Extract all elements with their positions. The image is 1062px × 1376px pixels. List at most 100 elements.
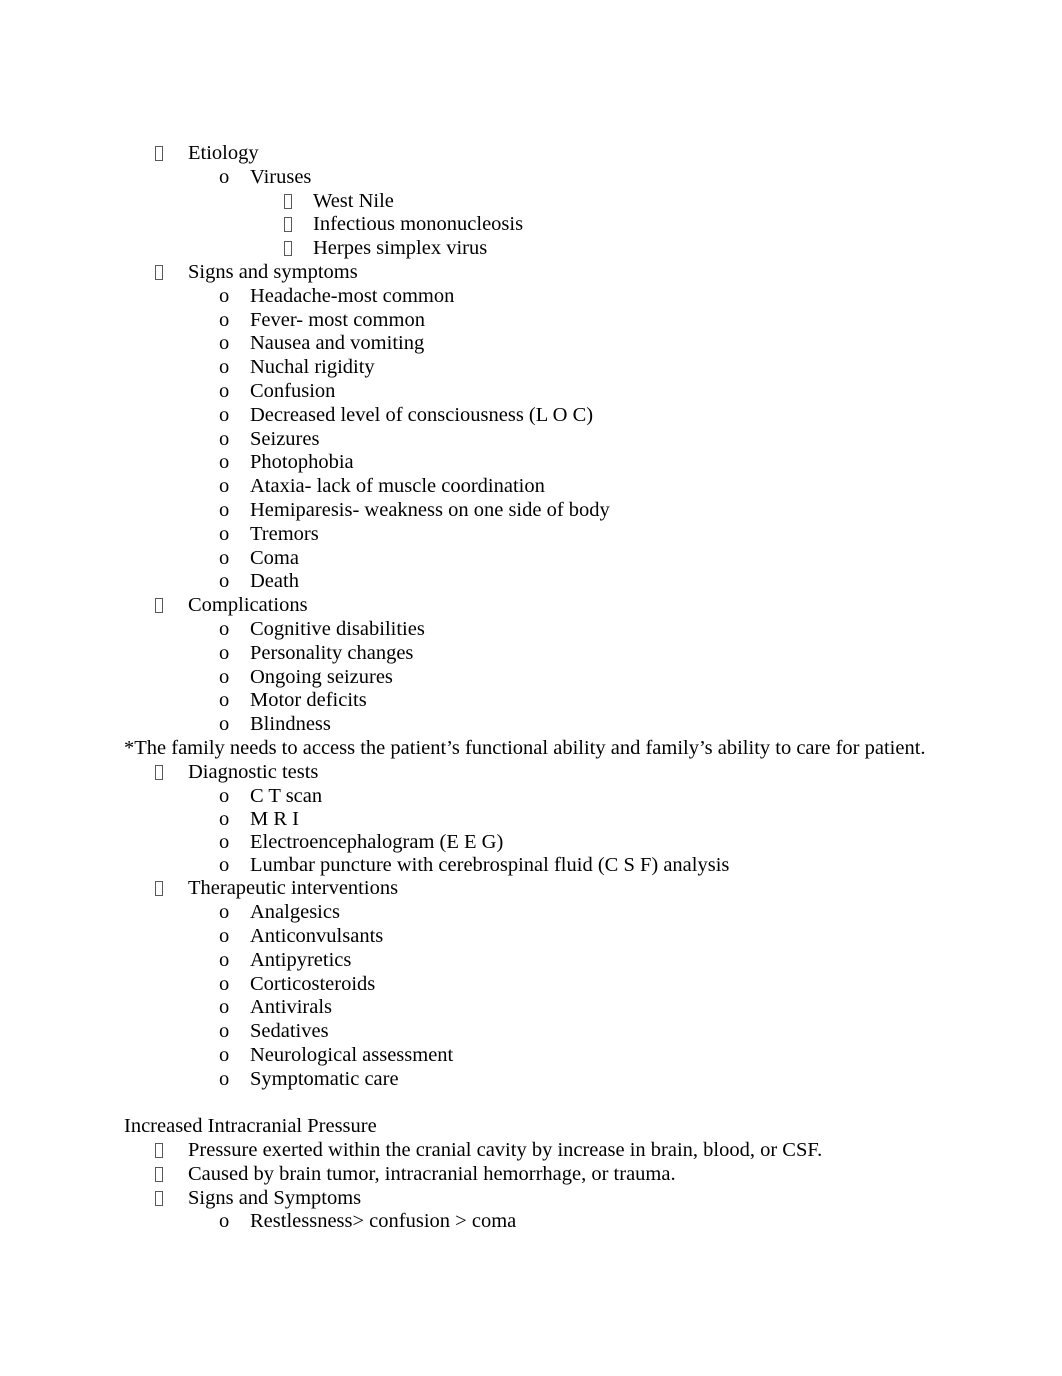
outline-item-label: Photophobia: [250, 451, 354, 474]
outline-item-label: Complications: [188, 594, 308, 617]
bullet-o-marker: o: [219, 807, 230, 830]
outline-item-label: Nausea and vomiting: [250, 332, 425, 355]
outline-item-death: o Death: [124, 570, 944, 594]
outline-item-label: Symptomatic care: [250, 1067, 399, 1090]
outline-item-herpes-simplex-virus: Herpes simplex virus: [124, 237, 944, 261]
outline-item-infectious-mononucleosis: Infectious mononucleosis: [124, 213, 944, 237]
outline-item-coma: o Coma: [124, 547, 944, 571]
outline-item-nuchal-rigidity: o Nuchal rigidity: [124, 356, 944, 380]
outline-item-personality-changes: o Personality changes: [124, 642, 944, 666]
tofu-glyph-icon: [155, 1166, 163, 1182]
outline-item-label: Caused by brain tumor, intracranial hemo…: [188, 1162, 676, 1185]
tofu-glyph-icon: [284, 193, 292, 209]
tofu-glyph-icon: [284, 217, 292, 233]
outline-item-label: Nuchal rigidity: [250, 356, 375, 379]
outline-item-icp-signs-and-symptoms: Signs and Symptoms: [124, 1187, 944, 1211]
tofu-glyph-icon: [155, 881, 163, 897]
outline-item-label: Fever- most common: [250, 308, 425, 331]
section-heading: Increased Intracranial Pressure: [124, 1115, 377, 1138]
bullet-box-icon: [155, 594, 188, 618]
bullet-o-marker: o: [219, 1020, 230, 1043]
tofu-glyph-icon: [155, 146, 163, 161]
bullet-o-marker: o: [219, 948, 230, 971]
bullet-o-marker: o: [219, 498, 230, 521]
outline-item-label: Antivirals: [250, 996, 332, 1019]
outline-item-label: Signs and Symptoms: [188, 1186, 362, 1209]
outline-item-antivirals: o Antivirals: [124, 996, 944, 1020]
tofu-glyph-icon: [155, 264, 163, 280]
bullet-o-marker: o: [219, 996, 230, 1019]
outline-item-etiology: Etiology: [124, 142, 944, 166]
outline-item-fever: o Fever- most common: [124, 309, 944, 333]
bullet-o-marker: o: [219, 546, 230, 569]
bullet-o-marker: o: [219, 332, 230, 355]
outline-item-west-nile: West Nile: [124, 190, 944, 214]
outline-item-therapeutic-interventions: Therapeutic interventions: [124, 877, 944, 901]
bullet-box-icon: [155, 142, 188, 166]
bullet-box-icon: [155, 877, 188, 901]
outline-item-anticonvulsants: o Anticonvulsants: [124, 925, 944, 949]
bullet-o-marker: o: [219, 901, 230, 924]
outline-item-label: Antipyretics: [250, 948, 352, 971]
outline-item-nausea-and-vomiting: o Nausea and vomiting: [124, 332, 944, 356]
bullet-o-marker: o: [219, 356, 230, 379]
outline-item-blindness: o Blindness: [124, 713, 944, 737]
outline-item-viruses: o Viruses: [124, 166, 944, 190]
outline-item-label: Pressure exerted within the cranial cavi…: [188, 1139, 823, 1162]
outline-item-motor-deficits: o Motor deficits: [124, 689, 944, 713]
outline-item-lumbar-puncture: o Lumbar puncture with cerebrospinal flui…: [124, 854, 944, 877]
document-page: Etiology o Viruses West Nile Infectious mono…: [0, 0, 1062, 1376]
outline-item-label: Seizures: [250, 427, 320, 450]
outline-item-label: Death: [250, 570, 299, 593]
bullet-o-marker: o: [219, 1067, 230, 1090]
outline-item-label: Signs and symptoms: [188, 260, 358, 283]
outline-item-label: Diagnostic tests: [188, 760, 319, 783]
outline-item-ongoing-seizures: o Ongoing seizures: [124, 666, 944, 690]
outline-item-ct-scan: o C T scan: [124, 785, 944, 808]
outline-item-label: Infectious mononucleosis: [313, 213, 524, 236]
tofu-glyph-icon: [155, 764, 163, 780]
outline-item-cognitive-disabilities: o Cognitive disabilities: [124, 618, 944, 642]
outline-item-label: Anticonvulsants: [250, 924, 384, 947]
outline-item-icp-causes: Caused by brain tumor, intracranial hemo…: [124, 1163, 944, 1187]
bullet-o-marker: o: [219, 617, 230, 640]
bullet-o-marker: o: [219, 427, 230, 450]
outline-item-label: Tremors: [250, 522, 319, 545]
outline-item-label: West Nile: [313, 189, 394, 212]
bullet-o-marker: o: [219, 713, 230, 736]
bullet-o-marker: o: [219, 924, 230, 947]
outline-item-label: Therapeutic interventions: [188, 877, 399, 900]
bullet-o-marker: o: [219, 665, 230, 688]
outline-item-label: Ongoing seizures: [250, 665, 393, 688]
bullet-o-marker: o: [219, 830, 230, 853]
outline-item-tremors: o Tremors: [124, 523, 944, 547]
bullet-box-icon: [155, 1187, 188, 1211]
bullet-o-marker: o: [219, 451, 230, 474]
outline-item-label: Neurological assessment: [250, 1043, 454, 1066]
outline-item-label: Etiology: [188, 142, 259, 164]
outline-item-symptomatic-care: o Symptomatic care: [124, 1068, 944, 1092]
bullet-box-icon: [284, 237, 313, 261]
bullet-o-marker: o: [219, 689, 230, 712]
bullet-o-marker: o: [219, 284, 230, 307]
outline-item-label: Sedatives: [250, 1020, 329, 1043]
bullet-o-marker: o: [219, 379, 230, 402]
bullet-o-marker: o: [219, 854, 230, 877]
outline-item-icp-restlessness: o Restlessness> confusion > coma: [124, 1210, 944, 1234]
outline-item-label: M R I: [250, 807, 299, 830]
outline-item-label: Blindness: [250, 713, 331, 736]
bullet-o-marker: o: [219, 1210, 230, 1233]
outline-item-label: Corticosteroids: [250, 972, 376, 995]
outline-item-diagnostic-tests: Diagnostic tests: [124, 761, 944, 785]
bullet-o-marker: o: [219, 165, 230, 188]
outline-item-label: Headache-most common: [250, 284, 455, 307]
outline-item-label: Personality changes: [250, 641, 414, 664]
bullet-o-marker: o: [219, 641, 230, 664]
outline-item-label: Analgesics: [250, 901, 340, 924]
outline-item-label: Electroencephalogram (E E G): [250, 830, 504, 853]
bullet-o-marker: o: [219, 522, 230, 545]
bullet-box-icon: [284, 213, 313, 237]
bullet-o-marker: o: [219, 570, 230, 593]
bullet-o-marker: o: [219, 475, 230, 498]
